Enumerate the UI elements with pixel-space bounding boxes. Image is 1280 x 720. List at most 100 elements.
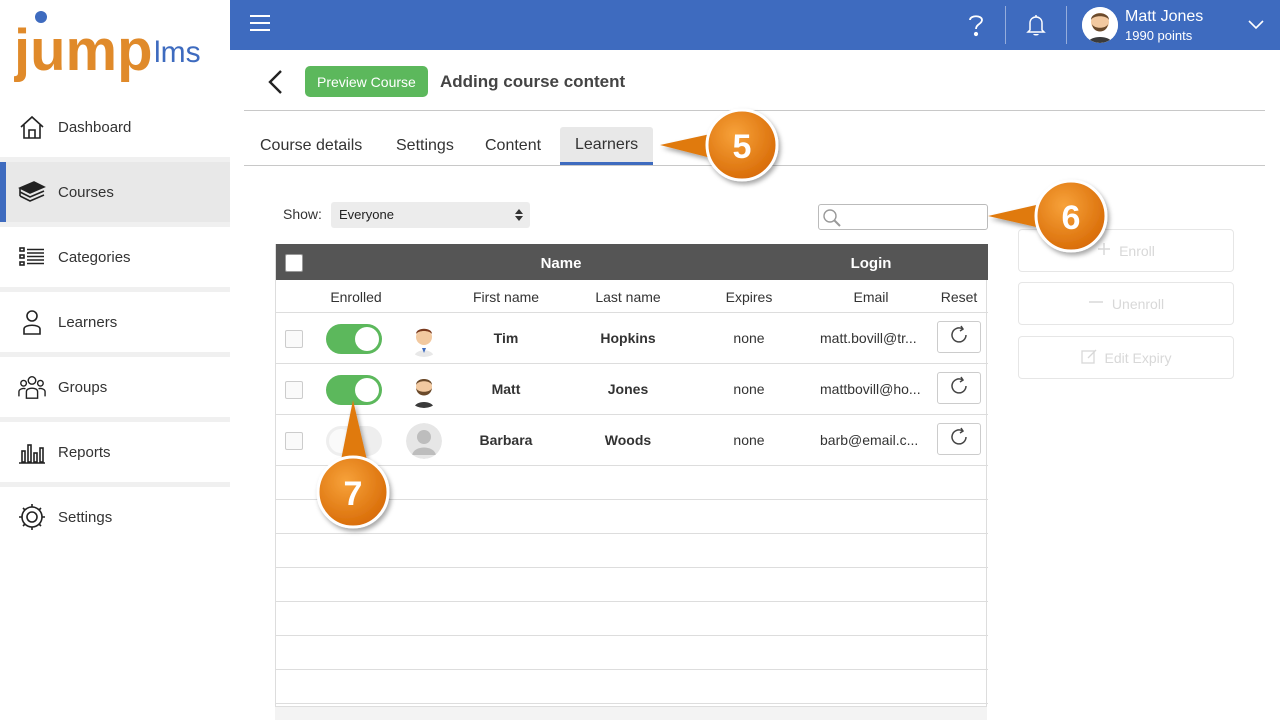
avatar bbox=[406, 321, 442, 357]
show-select[interactable]: Everyone bbox=[331, 202, 530, 228]
back-arrow-icon[interactable] bbox=[264, 68, 288, 96]
select-arrows-icon bbox=[514, 208, 524, 225]
first-name: Barbara bbox=[479, 432, 533, 448]
jumplms-logo[interactable]: jump lms bbox=[13, 8, 224, 90]
preview-course-button[interactable]: Preview Course bbox=[305, 66, 428, 97]
empty-row bbox=[276, 670, 988, 704]
email: barb@email.c... bbox=[820, 432, 919, 448]
menu-icon[interactable] bbox=[250, 15, 270, 35]
tab-learners[interactable]: Learners bbox=[560, 127, 654, 165]
enrolled-toggle[interactable] bbox=[326, 375, 382, 405]
home-icon bbox=[18, 113, 46, 141]
bell-icon[interactable] bbox=[1021, 10, 1051, 40]
sidebar-item-label: Learners bbox=[58, 313, 118, 331]
email: mattbovill@ho... bbox=[820, 381, 921, 397]
edit-expiry-label: Edit Expiry bbox=[1104, 349, 1172, 366]
col-enrolled[interactable]: Enrolled bbox=[316, 289, 396, 305]
refresh-icon bbox=[948, 426, 970, 453]
enroll-button[interactable]: Enroll bbox=[1018, 229, 1234, 272]
sidebar-item-label: Groups bbox=[58, 378, 108, 396]
col-expires[interactable]: Expires bbox=[709, 289, 789, 305]
chart-icon bbox=[18, 438, 46, 466]
enrolled-toggle[interactable] bbox=[326, 426, 382, 456]
email: matt.bovill@tr... bbox=[820, 330, 917, 346]
col-email[interactable]: Email bbox=[831, 289, 911, 305]
sidebar-item-label: Reports bbox=[58, 443, 111, 461]
top-bar: Matt Jones 1990 points bbox=[230, 0, 1280, 50]
table-row: Barbara Woods none barb@email.c... bbox=[276, 415, 988, 466]
user-name[interactable]: Matt Jones bbox=[1125, 8, 1203, 26]
courses-icon bbox=[18, 178, 46, 206]
enroll-label: Enroll bbox=[1119, 242, 1155, 259]
last-name: Woods bbox=[604, 432, 652, 448]
first-name: Tim bbox=[493, 330, 519, 346]
column-headers: Enrolled First name Last name Expires Em… bbox=[276, 280, 988, 313]
empty-row bbox=[276, 466, 988, 500]
avatar[interactable] bbox=[1082, 7, 1118, 43]
empty-row bbox=[276, 534, 988, 568]
plus-icon bbox=[1097, 242, 1111, 259]
expires[interactable]: none bbox=[709, 381, 789, 397]
list-icon bbox=[18, 243, 46, 271]
tab-content[interactable]: Content bbox=[470, 127, 556, 165]
table-header: Name Login bbox=[276, 244, 988, 280]
empty-row bbox=[276, 568, 988, 602]
sidebar-item-groups[interactable]: Groups bbox=[0, 357, 230, 417]
sidebar-item-reports[interactable]: Reports bbox=[0, 422, 230, 482]
enrolled-toggle[interactable] bbox=[326, 324, 382, 354]
svg-text:jump: jump bbox=[14, 18, 153, 83]
table-pagination-bar bbox=[275, 706, 987, 720]
empty-row bbox=[276, 500, 988, 534]
row-checkbox[interactable] bbox=[285, 432, 303, 450]
tab-settings[interactable]: Settings bbox=[381, 127, 469, 165]
col-reset: Reset bbox=[940, 289, 978, 305]
header-name: Name bbox=[540, 255, 582, 272]
table-row: Matt Jones none mattbovill@ho... bbox=[276, 364, 988, 415]
sidebar-item-label: Dashboard bbox=[58, 118, 132, 136]
search-input[interactable] bbox=[818, 204, 988, 230]
expires[interactable]: none bbox=[709, 432, 789, 448]
sidebar-item-dashboard[interactable]: Dashboard bbox=[0, 97, 230, 157]
table-row: Tim Hopkins none matt.bovill@tr... bbox=[276, 313, 988, 364]
avatar bbox=[406, 372, 442, 408]
refresh-icon bbox=[948, 324, 970, 351]
last-name: Jones bbox=[607, 381, 649, 397]
avatar bbox=[406, 423, 442, 459]
person-icon bbox=[18, 308, 46, 336]
edit-expiry-button[interactable]: Edit Expiry bbox=[1018, 336, 1234, 379]
minus-icon bbox=[1088, 295, 1104, 312]
chevron-down-icon[interactable] bbox=[1246, 14, 1266, 34]
search-icon bbox=[822, 208, 842, 233]
show-label: Show: bbox=[283, 206, 322, 222]
expires[interactable]: none bbox=[709, 330, 789, 346]
unenroll-button[interactable]: Unenroll bbox=[1018, 282, 1234, 325]
sidebar-item-learners[interactable]: Learners bbox=[0, 292, 230, 352]
learners-table: Name Login Enrolled First name Last name… bbox=[275, 244, 988, 720]
col-first-name[interactable]: First name bbox=[456, 289, 556, 305]
edit-icon bbox=[1080, 348, 1097, 367]
sidebar-item-label: Settings bbox=[58, 508, 113, 526]
reset-button[interactable] bbox=[937, 321, 981, 353]
sidebar-item-settings[interactable]: Settings bbox=[0, 487, 230, 547]
groups-icon bbox=[18, 373, 46, 401]
row-checkbox[interactable] bbox=[285, 330, 303, 348]
show-select-value: Everyone bbox=[339, 207, 394, 222]
refresh-icon bbox=[948, 375, 970, 402]
tab-course-details[interactable]: Course details bbox=[245, 127, 377, 165]
header-login: Login bbox=[850, 255, 892, 272]
col-last-name[interactable]: Last name bbox=[578, 289, 678, 305]
page-title: Adding course content bbox=[440, 72, 626, 91]
main-content: Preview Course Adding course content Cou… bbox=[230, 50, 1280, 720]
help-icon[interactable] bbox=[961, 10, 991, 40]
reset-button[interactable] bbox=[937, 423, 981, 455]
empty-row bbox=[276, 602, 988, 636]
sidebar-item-categories[interactable]: Categories bbox=[0, 227, 230, 287]
row-checkbox[interactable] bbox=[285, 381, 303, 399]
reset-button[interactable] bbox=[937, 372, 981, 404]
first-name: Matt bbox=[491, 381, 521, 397]
unenroll-label: Unenroll bbox=[1111, 295, 1165, 312]
empty-row bbox=[276, 636, 988, 670]
sidebar-item-courses[interactable]: Courses bbox=[0, 162, 230, 222]
select-all-checkbox[interactable] bbox=[285, 254, 303, 272]
sidebar-item-label: Courses bbox=[58, 183, 114, 201]
